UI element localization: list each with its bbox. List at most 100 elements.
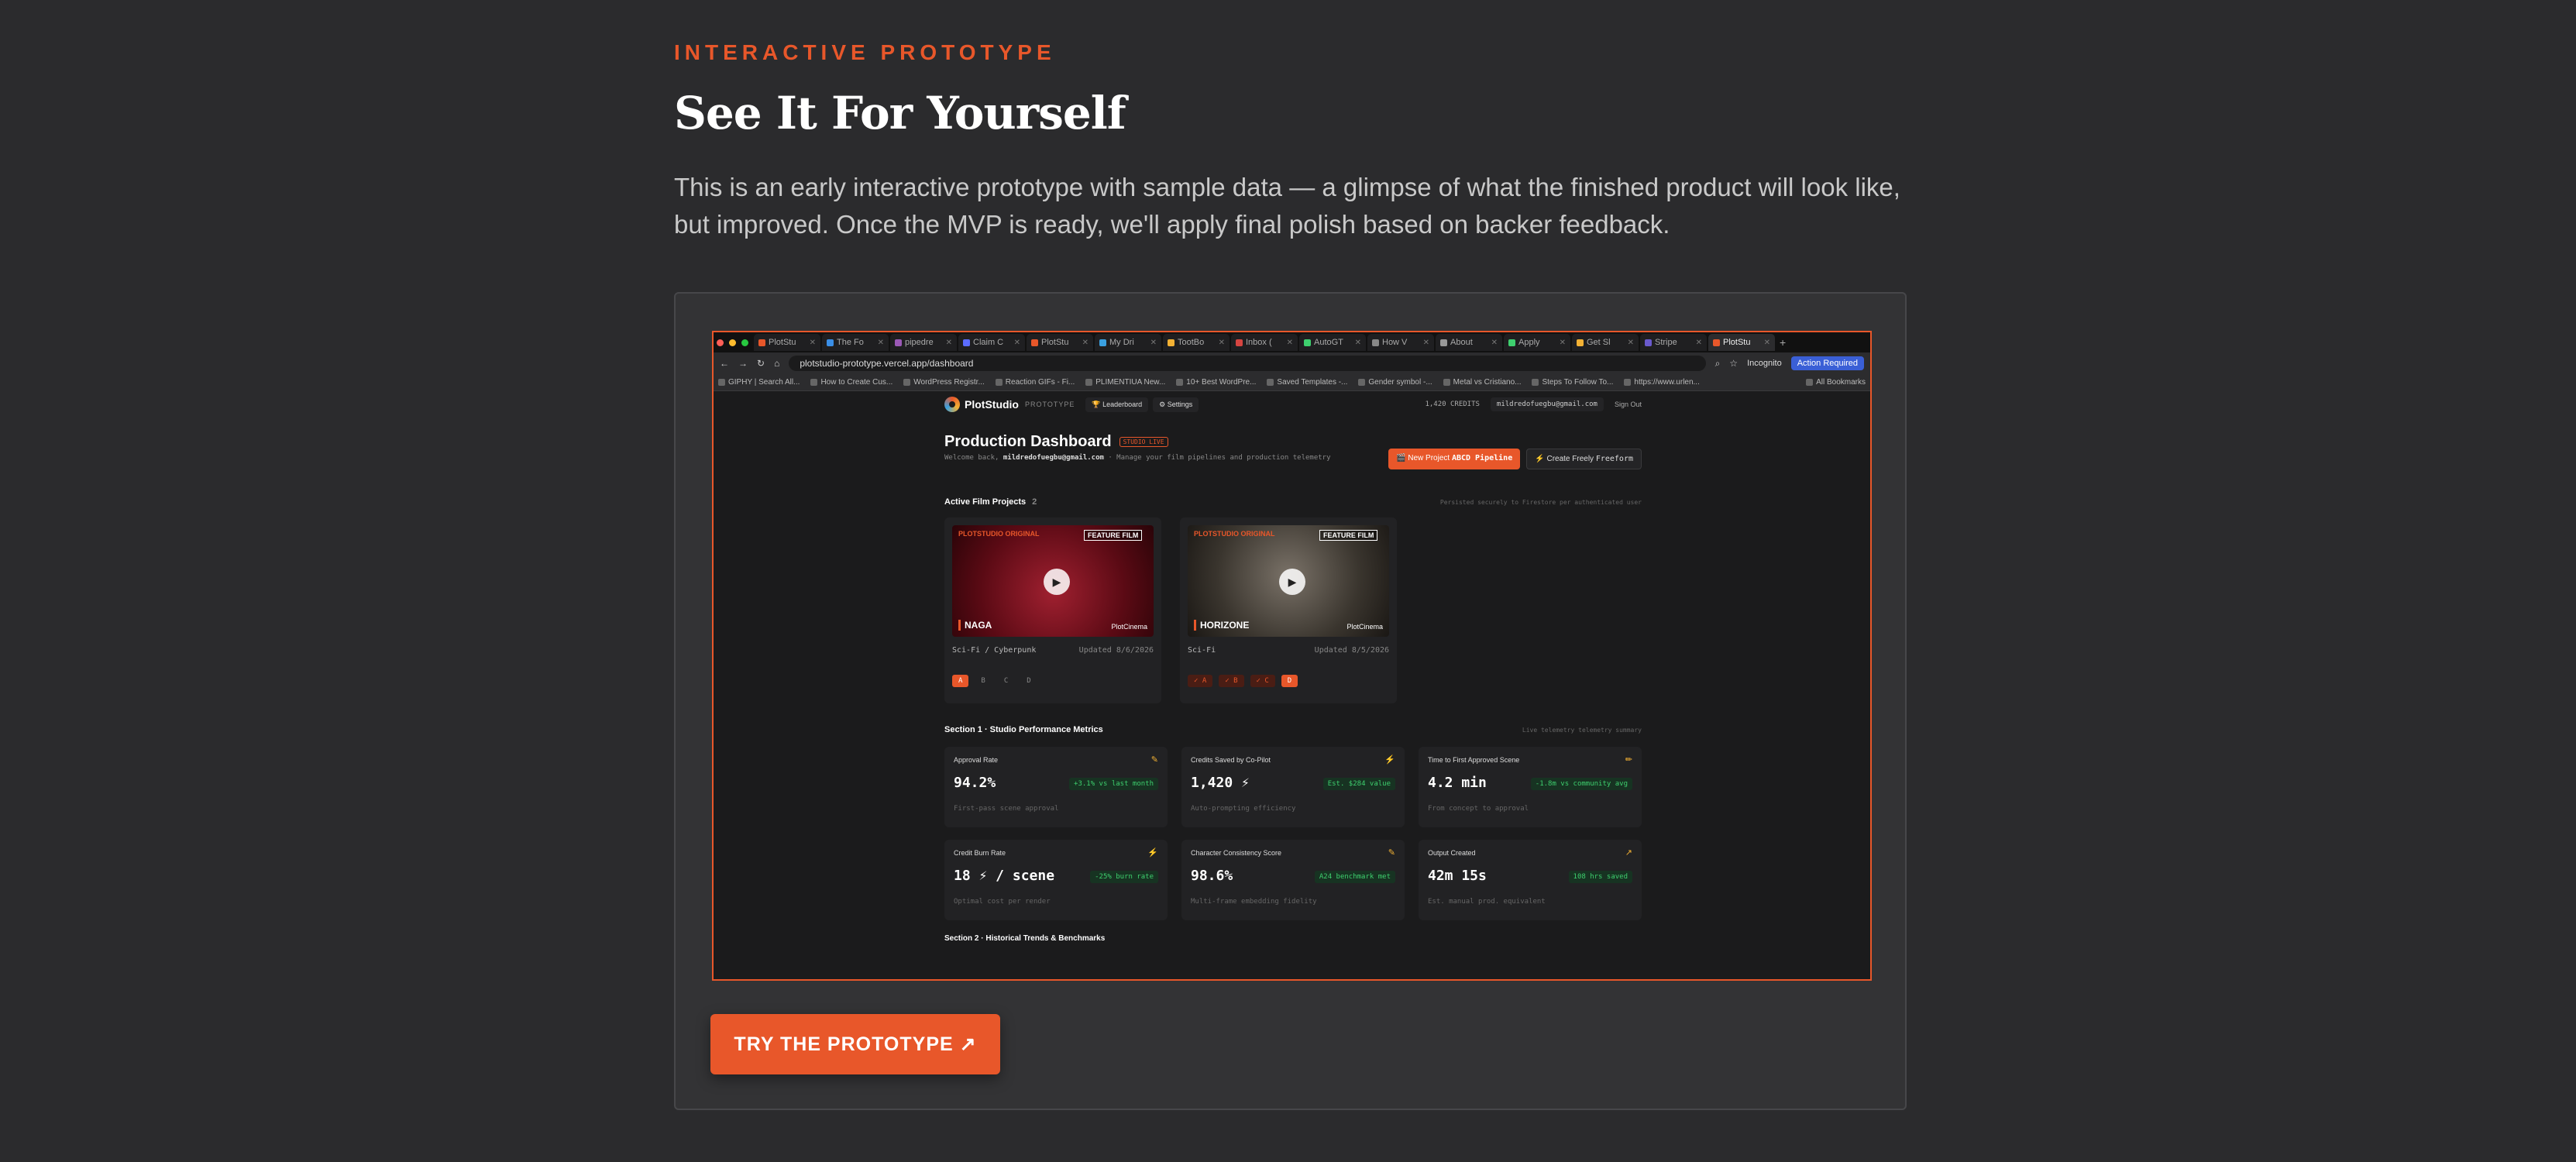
browser-tab[interactable]: About ✕: [1436, 334, 1502, 351]
project-thumbnail[interactable]: PLOTSTUDIO ORIGINAL FEATURE FILM ▶ NAGA …: [952, 525, 1154, 637]
minimize-window-icon[interactable]: [729, 339, 736, 346]
incognito-label[interactable]: Incognito: [1747, 359, 1782, 368]
new-project-button[interactable]: 🎬 New Project ABCD Pipeline: [1388, 449, 1521, 469]
metric-label: Approval Rate: [954, 756, 999, 764]
bookmark-item[interactable]: Saved Templates -...: [1267, 378, 1347, 387]
browser-tab[interactable]: PlotStu ✕: [1708, 334, 1775, 351]
close-tab-icon[interactable]: ✕: [1423, 339, 1429, 347]
browser-tab[interactable]: Claim C ✕: [958, 334, 1025, 351]
browser-tab[interactable]: The Fo ✕: [822, 334, 889, 351]
close-tab-icon[interactable]: ✕: [1764, 339, 1770, 347]
close-tab-icon[interactable]: ✕: [1628, 339, 1634, 347]
pipeline-step[interactable]: D: [1020, 675, 1037, 687]
metric-card: Output Created ↗ 42m 15s 108 hrs saved E…: [1419, 840, 1642, 920]
all-bookmarks[interactable]: All Bookmarks: [1806, 378, 1866, 387]
metric-icon: ✏: [1625, 755, 1632, 765]
metric-badge: -1.8m vs community avg: [1530, 778, 1632, 790]
project-card[interactable]: PLOTSTUDIO ORIGINAL FEATURE FILM ▶ HORIZ…: [1180, 517, 1397, 703]
new-tab-icon[interactable]: +: [1780, 336, 1786, 349]
bookmark-item[interactable]: 10+ Best WordPre...: [1176, 378, 1256, 387]
tab-favicon-icon: [758, 339, 765, 346]
bookmark-item[interactable]: WordPress Registr...: [903, 378, 985, 387]
pipeline-step[interactable]: C: [998, 675, 1014, 687]
metrics-grid: Approval Rate ✎ 94.2% +3.1% vs last mont…: [944, 747, 1642, 920]
browser-tab[interactable]: AutoGT ✕: [1299, 334, 1366, 351]
metric-icon: ⚡: [1147, 848, 1158, 858]
browser-tab[interactable]: Stripe ✕: [1640, 334, 1707, 351]
play-icon[interactable]: ▶: [1044, 569, 1070, 595]
zoom-icon[interactable]: ⌕: [1715, 358, 1721, 370]
browser-tab[interactable]: Get Sl ✕: [1572, 334, 1639, 351]
sign-out-link[interactable]: Sign Out: [1615, 401, 1642, 408]
close-tab-icon[interactable]: ✕: [1560, 339, 1566, 347]
project-thumbnail[interactable]: PLOTSTUDIO ORIGINAL FEATURE FILM ▶ HORIZ…: [1188, 525, 1389, 637]
browser-tab[interactable]: PlotStu ✕: [1027, 334, 1093, 351]
browser-tab[interactable]: PlotStu ✕: [754, 334, 820, 351]
app-nav: PlotStudio PROTOTYPE 🏆 Leaderboard ⚙ Set…: [944, 393, 1642, 416]
try-prototype-button[interactable]: TRY THE PROTOTYPE ↗: [710, 1014, 1000, 1074]
metric-icon: ⚡: [1384, 755, 1395, 765]
browser-tab[interactable]: Inbox (✕: [1231, 334, 1298, 351]
bookmark-item[interactable]: PLIMENTIUA New...: [1085, 378, 1165, 387]
pipeline-step[interactable]: D: [1281, 675, 1298, 687]
prototype-screenshot[interactable]: PlotStu ✕ The Fo ✕ pipedre ✕ Claim C ✕ PlotStu ✕ M…: [712, 331, 1872, 981]
home-icon[interactable]: ⌂: [774, 358, 779, 369]
nav-settings[interactable]: ⚙ Settings: [1153, 397, 1199, 412]
close-tab-icon[interactable]: ✕: [1150, 339, 1157, 347]
back-icon[interactable]: ←: [720, 358, 729, 369]
pipeline-step[interactable]: A: [952, 675, 969, 687]
bookmark-favicon-icon: [1358, 379, 1366, 386]
url-field[interactable]: plotstudio-prototype.vercel.app/dashboar…: [789, 356, 1706, 371]
browser-tab[interactable]: TootBo ✕: [1163, 334, 1230, 351]
tab-title: About: [1450, 338, 1473, 347]
action-required-button[interactable]: Action Required: [1790, 356, 1864, 370]
project-cards: PLOTSTUDIO ORIGINAL FEATURE FILM ▶ NAGA …: [944, 517, 1642, 703]
browser-tab[interactable]: Apply ✕: [1504, 334, 1570, 351]
tab-title: Stripe: [1655, 338, 1677, 347]
metric-badge: +3.1% vs last month: [1069, 778, 1158, 790]
bookmark-item[interactable]: How to Create Cus...: [810, 378, 892, 387]
nav-leaderboard[interactable]: 🏆 Leaderboard: [1085, 397, 1149, 412]
pipeline-step[interactable]: ✓ B: [1219, 675, 1244, 687]
close-tab-icon[interactable]: ✕: [1014, 339, 1020, 347]
pipeline-step[interactable]: B: [975, 675, 991, 687]
tab-title: TootBo: [1178, 338, 1205, 347]
close-tab-icon[interactable]: ✕: [1082, 339, 1089, 347]
bookmark-item[interactable]: Reaction GIFs - Fi...: [995, 378, 1075, 387]
headline: See It For Yourself: [674, 87, 1126, 139]
bookmark-item[interactable]: GIPHY | Search All...: [718, 378, 800, 387]
studio-label: PlotCinema: [1111, 623, 1147, 631]
reload-icon[interactable]: ↻: [757, 358, 765, 369]
bookmark-item[interactable]: https://www.urlen...: [1624, 378, 1700, 387]
bookmark-item[interactable]: Metal vs Cristiano...: [1443, 378, 1521, 387]
project-card[interactable]: PLOTSTUDIO ORIGINAL FEATURE FILM ▶ NAGA …: [944, 517, 1161, 703]
project-updated: Updated 8/5/2026: [1314, 646, 1389, 655]
pipeline-step[interactable]: ✓ A: [1188, 675, 1213, 687]
close-tab-icon[interactable]: ✕: [810, 339, 816, 347]
brand-name[interactable]: PlotStudio: [965, 398, 1019, 411]
close-tab-icon[interactable]: ✕: [1696, 339, 1702, 347]
tab-favicon-icon: [827, 339, 834, 346]
close-tab-icon[interactable]: ✕: [946, 339, 952, 347]
project-meta: Sci-Fi / Cyberpunk Updated 8/6/2026: [952, 646, 1154, 655]
browser-tab[interactable]: pipedre ✕: [890, 334, 957, 351]
forward-icon[interactable]: →: [738, 358, 748, 369]
close-tab-icon[interactable]: ✕: [1491, 339, 1498, 347]
bookmark-favicon-icon: [1085, 379, 1093, 386]
lead-paragraph: This is an early interactive prototype w…: [674, 173, 1900, 239]
pipeline-step[interactable]: ✓ C: [1250, 675, 1275, 687]
close-tab-icon[interactable]: ✕: [878, 339, 884, 347]
close-tab-icon[interactable]: ✕: [1219, 339, 1225, 347]
play-icon[interactable]: ▶: [1279, 569, 1305, 595]
bookmark-item[interactable]: Gender symbol -...: [1358, 378, 1432, 387]
bookmark-favicon-icon: [810, 379, 818, 386]
bookmark-item[interactable]: Steps To Follow To...: [1532, 378, 1613, 387]
maximize-window-icon[interactable]: [741, 339, 748, 346]
close-window-icon[interactable]: [717, 339, 724, 346]
close-tab-icon[interactable]: ✕: [1355, 339, 1361, 347]
create-freely-button[interactable]: ⚡ Create Freely Freeform: [1526, 449, 1642, 469]
bookmark-star-icon[interactable]: ☆: [1729, 358, 1738, 369]
browser-tab[interactable]: My Dri ✕: [1095, 334, 1161, 351]
close-tab-icon[interactable]: ✕: [1287, 339, 1293, 347]
browser-tab[interactable]: How V ✕: [1367, 334, 1434, 351]
